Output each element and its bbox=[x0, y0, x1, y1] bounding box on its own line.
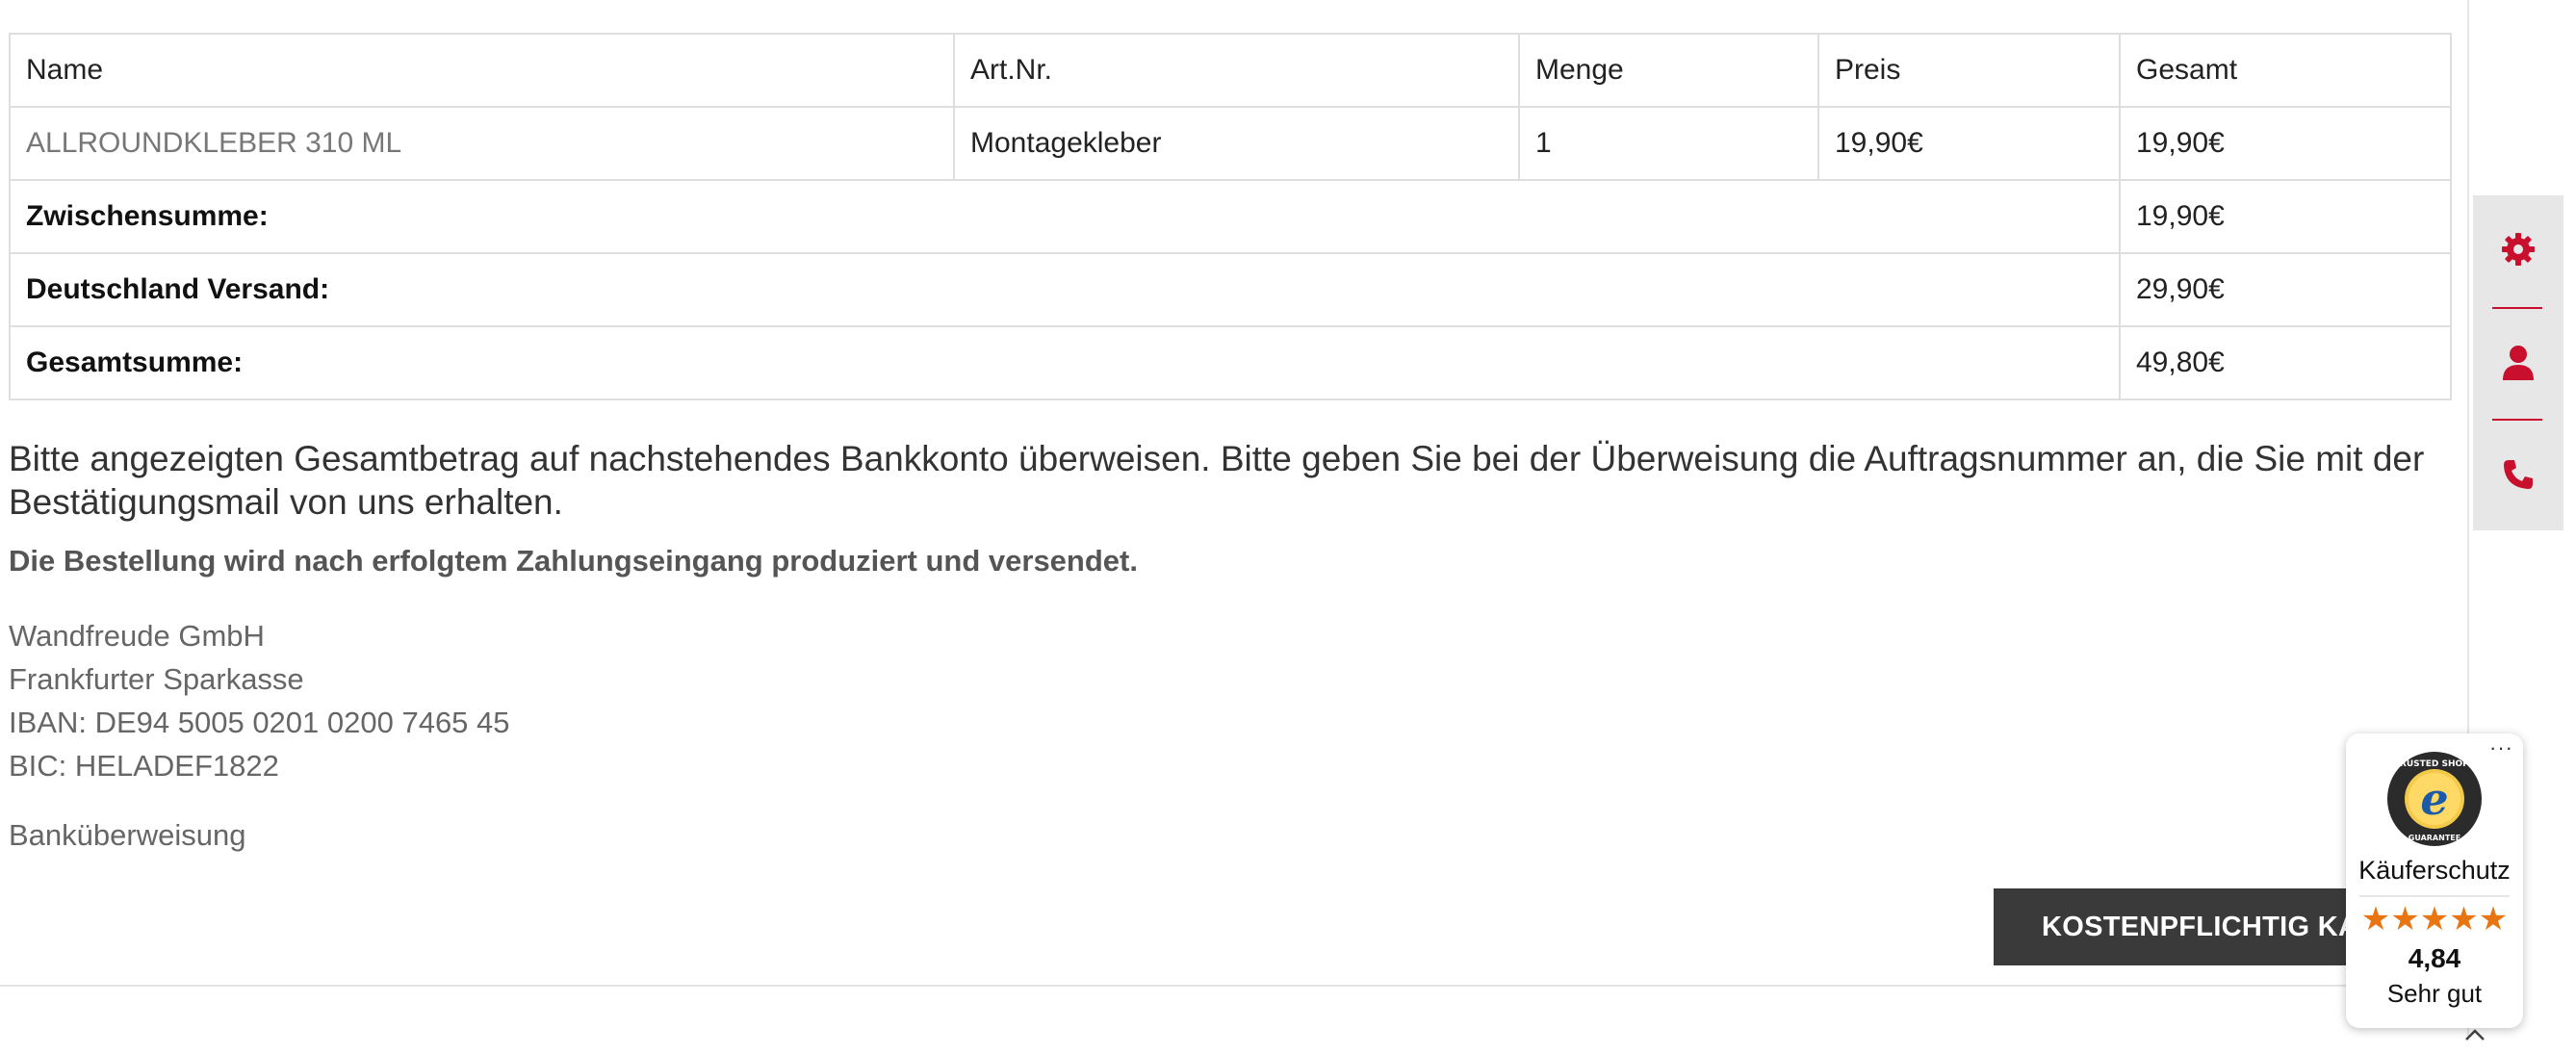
phone-button[interactable] bbox=[2473, 421, 2563, 532]
more-options-icon[interactable]: ··· bbox=[2489, 735, 2513, 760]
product-total: 19,90€ bbox=[2119, 106, 2452, 181]
column-header-gesamt: Gesamt bbox=[2119, 33, 2452, 108]
phone-icon bbox=[2501, 457, 2536, 497]
product-quantity: 1 bbox=[1518, 106, 1819, 181]
shipping-value: 29,90€ bbox=[2119, 252, 2452, 327]
rating-text: Sehr gut bbox=[2386, 979, 2483, 1008]
side-toolbar bbox=[2473, 195, 2563, 530]
column-header-art-nr: Art.Nr. bbox=[953, 33, 1520, 108]
account-button[interactable] bbox=[2473, 309, 2563, 421]
svg-text:e: e bbox=[2420, 773, 2448, 825]
payment-instructions: Bitte angezeigten Gesamtbetrag auf nachs… bbox=[9, 439, 2425, 522]
rating-stars: ★★★★★ bbox=[2360, 901, 2509, 938]
svg-text:TRUSTED SHOPS: TRUSTED SHOPS bbox=[2394, 759, 2476, 769]
subtotal-value: 19,90€ bbox=[2119, 179, 2452, 254]
bank-iban: IBAN: DE94 5005 0201 0200 7465 45 bbox=[9, 706, 510, 739]
bank-name: Frankfurter Sparkasse bbox=[9, 662, 304, 696]
payment-method: Banküberweisung bbox=[9, 818, 246, 852]
bank-bic: BIC: HELADEF1822 bbox=[9, 749, 279, 783]
column-header-preis: Preis bbox=[1817, 33, 2121, 108]
rating-score: 4,84 bbox=[2408, 943, 2461, 973]
shipping-label: Deutschland Versand: bbox=[9, 252, 2121, 327]
badge-divider bbox=[2359, 895, 2510, 897]
bank-details: Wandfreude GmbH Frankfurter Sparkasse IB… bbox=[9, 614, 510, 787]
production-note: Die Bestellung wird nach erfolgtem Zahlu… bbox=[9, 544, 1138, 578]
trusted-shops-seal-icon: e TRUSTED SHOPS GUARANTEE bbox=[2386, 751, 2483, 847]
shipping-row: Deutschland Versand: 29,90€ bbox=[9, 252, 2452, 327]
trusted-shops-badge[interactable]: ··· e TRUSTED SHOPS GUARANTEE Käuferschu… bbox=[2346, 733, 2523, 1028]
settings-button[interactable] bbox=[2473, 195, 2563, 307]
product-name[interactable]: ALLROUNDKLEBER 310 ML bbox=[9, 106, 955, 181]
svg-text:GUARANTEE: GUARANTEE bbox=[2409, 834, 2460, 842]
table-row: ALLROUNDKLEBER 310 ML Montagekleber 1 19… bbox=[9, 106, 2452, 181]
user-icon bbox=[2501, 344, 2536, 387]
total-label: Gesamtsumme: bbox=[9, 325, 2121, 400]
subtotal-label: Zwischensumme: bbox=[9, 179, 2121, 254]
divider bbox=[0, 985, 2464, 987]
subtotal-row: Zwischensumme: 19,90€ bbox=[9, 179, 2452, 254]
bank-company: Wandfreude GmbH bbox=[9, 619, 265, 653]
total-value: 49,80€ bbox=[2119, 325, 2452, 400]
product-price: 19,90€ bbox=[1817, 106, 2121, 181]
product-art-nr: Montagekleber bbox=[953, 106, 1520, 181]
column-header-menge: Menge bbox=[1518, 33, 1819, 108]
gear-icon bbox=[2499, 230, 2537, 273]
buyer-protection-label: Käuferschutz bbox=[2358, 856, 2511, 885]
order-summary-table: Name Art.Nr. Menge Preis Gesamt ALLROUND… bbox=[9, 33, 2452, 400]
total-row: Gesamtsumme: 49,80€ bbox=[9, 325, 2452, 400]
table-header-row: Name Art.Nr. Menge Preis Gesamt bbox=[9, 33, 2452, 108]
column-header-name: Name bbox=[9, 33, 955, 108]
